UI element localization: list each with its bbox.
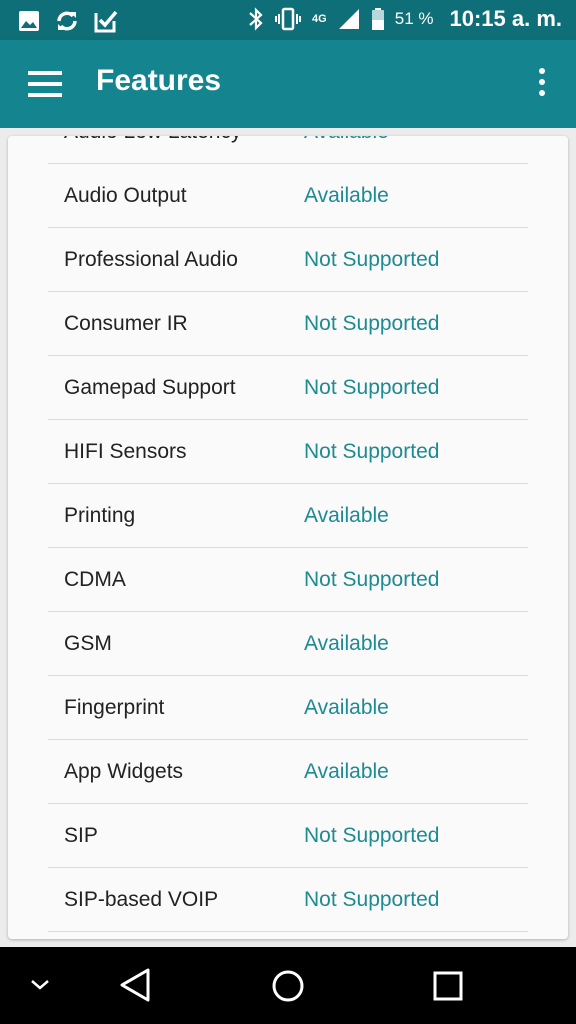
features-list: Audio Low Latency Available Audio Output Av…: [48, 136, 528, 932]
features-card: Audio Low Latency Available Audio Output Av…: [8, 136, 568, 939]
feature-row[interactable]: Professional Audio Not Supported: [48, 228, 528, 292]
feature-status: Available: [304, 696, 389, 719]
page-title: Features: [96, 64, 222, 97]
feature-status: Not Supported: [304, 248, 440, 271]
feature-status: Not Supported: [304, 888, 440, 911]
checkbox-icon: [94, 9, 118, 33]
feature-row[interactable]: Consumer IR Not Supported: [48, 292, 528, 356]
hide-keyboard-icon[interactable]: [28, 973, 52, 1002]
overflow-menu-icon[interactable]: [530, 68, 554, 100]
feature-name: CDMA: [64, 568, 126, 591]
feature-status: Not Supported: [304, 440, 440, 463]
feature-row[interactable]: SIP Not Supported: [48, 804, 528, 868]
gallery-icon: [18, 10, 40, 32]
feature-status: Not Supported: [304, 568, 440, 591]
feature-name: SIP: [64, 824, 98, 847]
status-bar: 4G 51 % 10:15 a. m.: [0, 0, 576, 40]
feature-status: Available: [304, 504, 389, 527]
feature-status: Not Supported: [304, 312, 440, 335]
feature-status: Available: [304, 632, 389, 655]
battery-percent: 51 %: [394, 9, 434, 28]
feature-status: Available: [304, 760, 389, 783]
sync-icon: [54, 8, 80, 34]
recents-icon[interactable]: [432, 970, 464, 1007]
feature-row[interactable]: Gamepad Support Not Supported: [48, 356, 528, 420]
feature-name: GSM: [64, 632, 112, 655]
feature-status: Not Supported: [304, 824, 440, 847]
feature-row[interactable]: SIP-based VOIP Not Supported: [48, 868, 528, 932]
navigation-bar: [0, 947, 576, 1024]
system-indicators: 4G 51 % 10:15 a. m.: [248, 6, 562, 32]
feature-row[interactable]: Printing Available: [48, 484, 528, 548]
feature-name: App Widgets: [64, 760, 184, 783]
back-icon[interactable]: [118, 967, 152, 1008]
feature-name: Printing: [64, 504, 136, 527]
home-icon[interactable]: [270, 968, 306, 1009]
feature-row[interactable]: HIFI Sensors Not Supported: [48, 420, 528, 484]
feature-name: Professional Audio: [64, 248, 238, 271]
feature-name: SIP-based VOIP: [64, 888, 219, 911]
feature-row[interactable]: GSM Available: [48, 612, 528, 676]
feature-name: Audio Low Latency: [64, 136, 241, 144]
app-bar: Features: [0, 40, 576, 128]
feature-status: Available: [304, 184, 389, 207]
feature-row[interactable]: CDMA Not Supported: [48, 548, 528, 612]
bluetooth-icon: [248, 7, 264, 31]
notification-icons: [18, 8, 118, 34]
feature-name: Gamepad Support: [64, 376, 236, 399]
feature-name: Audio Output: [64, 184, 187, 207]
signal-icon: [337, 7, 361, 31]
feature-row[interactable]: Fingerprint Available: [48, 676, 528, 740]
feature-name: Fingerprint: [64, 696, 165, 719]
feature-row[interactable]: Audio Output Available: [48, 164, 528, 228]
feature-status: Available: [304, 136, 389, 144]
feature-row[interactable]: Audio Low Latency Available: [48, 136, 528, 164]
vibrate-icon: [274, 7, 302, 31]
feature-status: Not Supported: [304, 376, 440, 399]
feature-row[interactable]: App Widgets Available: [48, 740, 528, 804]
hamburger-menu-icon[interactable]: [28, 71, 62, 99]
network-type-label: 4G: [312, 13, 327, 25]
feature-name: Consumer IR: [64, 312, 188, 335]
clock: 10:15 a. m.: [449, 6, 562, 31]
feature-name: HIFI Sensors: [64, 440, 187, 463]
battery-icon: [371, 7, 385, 31]
